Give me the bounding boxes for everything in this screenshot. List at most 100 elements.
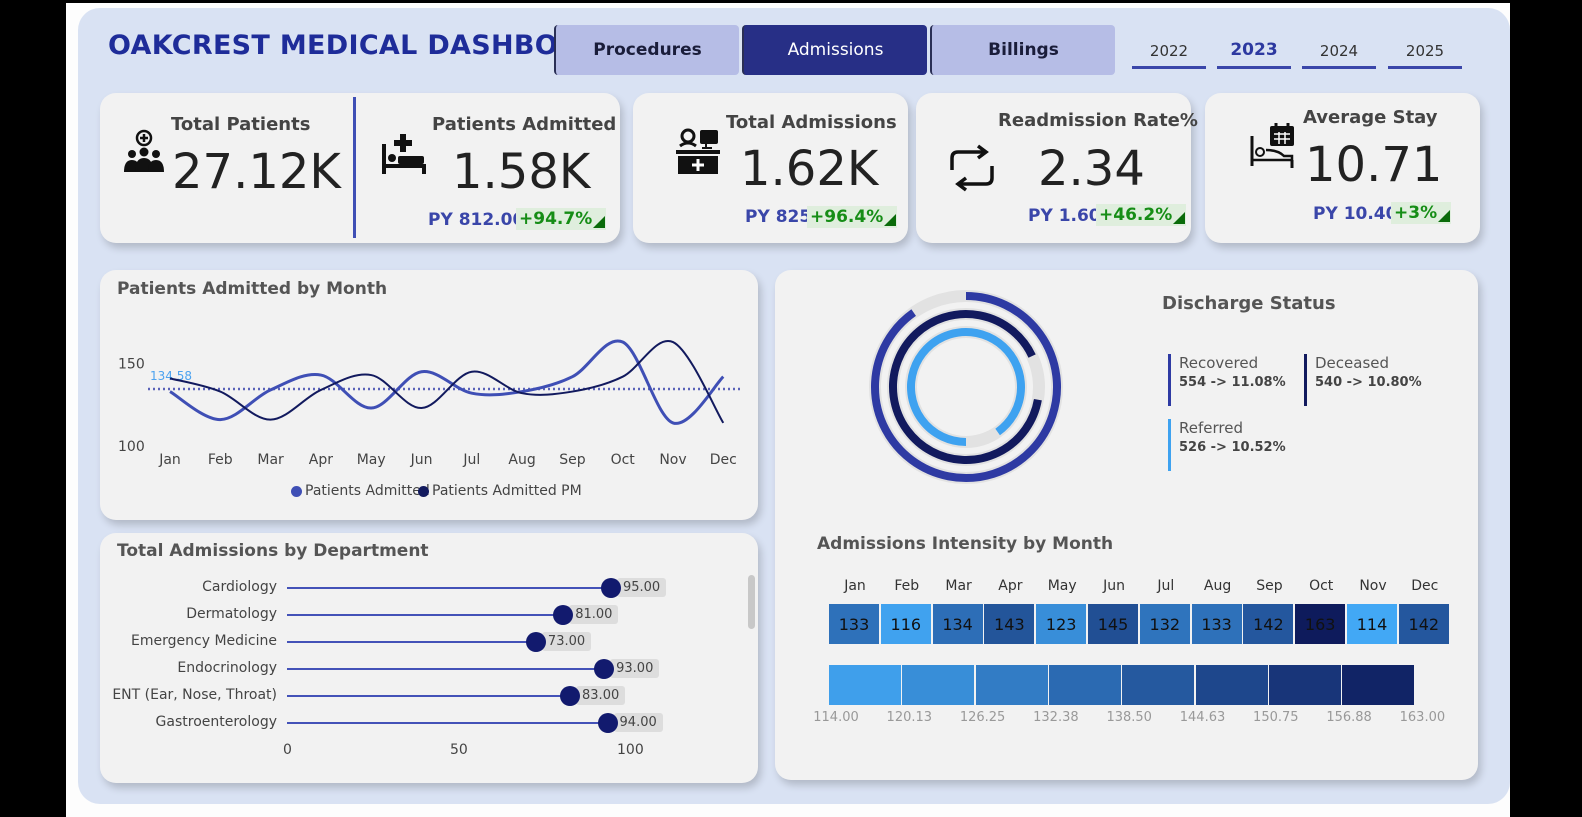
readmission-rate-py: PY 1.60 [1028,206,1101,226]
department-scrollbar[interactable] [748,575,755,629]
legend-label-series2: Patients Admitted PM [432,483,582,499]
tab-procedures[interactable]: Procedures [554,25,739,75]
readmission-rate-label: Readmission Rate% [998,110,1198,131]
year-2022-button[interactable]: 2022 [1132,42,1206,69]
series-line-patients-admitted[interactable] [169,339,725,425]
heatmap-cell[interactable]: 132 [1139,604,1190,644]
heatmap-legend-label: 114.00 [813,710,859,725]
department-label: Cardiology [202,579,277,595]
bed-calendar-icon [1250,123,1294,168]
heatmap-legend-swatch [902,665,975,705]
line-chart-title: Patients Admitted by Month [117,279,388,299]
x-tick-label: May [357,452,386,468]
department-dot[interactable] [560,686,581,706]
donut-arc-referred[interactable] [907,328,1025,446]
heatmap-legend-label: 120.13 [886,710,933,725]
x-tick-label: Aug [508,452,535,468]
tab-billings[interactable]: Billings [930,25,1115,75]
heatmap-legend-swatch [1268,665,1341,705]
patients-admitted-label: Patients Admitted [432,114,617,135]
discharge-deceased-name: Deceased [1315,354,1390,372]
tab-admissions[interactable]: Admissions [742,25,927,75]
patients-admitted-py: PY 812.00 [428,210,525,230]
discharge-referred-name: Referred [1179,419,1243,437]
department-bar[interactable] [287,695,571,697]
discharge-donut-chart [869,290,1063,484]
department-label: ENT (Ear, Nose, Throat) [112,687,277,703]
legend-marker-series2 [418,485,429,497]
heatmap-cell[interactable]: 145 [1088,604,1138,644]
department-value-label: 95.00 [616,578,667,597]
heatmap-legend-swatch [1195,665,1268,705]
heatmap-title: Admissions Intensity by Month [817,534,1114,554]
department-bar[interactable] [287,641,536,643]
department-chart-card [100,533,758,783]
heatmap-month-label: Mar [945,578,972,594]
year-2023-button[interactable]: 2023 [1217,40,1291,69]
reception-desk-icon [676,128,720,174]
repeat-arrows-icon [950,144,994,192]
heatmap-legend-label: 132.38 [1033,710,1079,725]
average-stay-value: 10.71 [1305,137,1443,193]
dashboard-title: OAKCREST MEDICAL DASHBOARD [108,30,623,61]
kpi-divider [353,97,356,238]
department-dot[interactable] [597,713,618,733]
average-stay-py: PY 10.40 [1313,204,1398,224]
year-2024-button[interactable]: 2024 [1302,42,1376,69]
discharge-item-referred: Referred 526 -> 10.52% [1168,419,1286,471]
heatmap-legend-swatch [829,665,901,705]
x-tick-label: Mar [257,452,284,468]
department-dot[interactable] [594,659,615,679]
heatmap-legend-label: 144.63 [1179,710,1226,725]
heatmap-month-label: Jun [1103,578,1125,594]
discharge-deceased-value: 540 -> 10.80% [1315,375,1422,390]
heatmap-cell[interactable]: 142 [1398,604,1449,644]
total-patients-label: Total Patients [171,114,311,135]
total-admissions-delta: +96.4% [807,206,898,228]
heatmap-month-label: Oct [1309,578,1334,594]
total-admissions-label: Total Admissions [726,112,897,133]
department-label: Dermatology [186,606,277,622]
discharge-recovered-value: 554 -> 11.08% [1179,375,1286,390]
patients-group-icon [124,129,164,172]
average-stay-delta: +3% [1391,202,1452,224]
total-admissions-py: PY 825 [745,207,812,227]
department-value-label: 94.00 [613,713,663,732]
legend-patients-admitted-pm[interactable]: Patients Admitted PM [418,483,582,499]
department-dot[interactable] [525,632,546,652]
dept-axis-tick-100: 100 [617,742,644,758]
heatmap-cell[interactable]: 116 [880,604,931,644]
x-tick-label: Feb [208,452,233,468]
total-admissions-value: 1.62K [740,141,879,197]
department-bar[interactable] [287,722,608,724]
y-tick-label: 100 [118,439,145,455]
department-bar[interactable] [287,614,564,616]
heatmap-cell[interactable]: 133 [829,604,879,644]
heatmap-month-label: Aug [1203,578,1232,594]
year-2025-button[interactable]: 2025 [1388,42,1462,69]
department-bar[interactable] [287,668,605,670]
heatmap-cell[interactable]: 163 [1295,604,1346,644]
patients-admitted-delta: +94.7% [516,208,607,230]
heatmap-cell[interactable]: 123 [1036,604,1087,644]
heatmap-legend-swatch [1122,665,1195,705]
average-stay-label: Average Stay [1303,107,1438,128]
donut-arc-recovered[interactable] [871,292,1061,482]
legend-marker-series1 [291,485,302,497]
heatmap-cell[interactable]: 114 [1347,604,1397,644]
heatmap-cell[interactable]: 134 [932,604,983,644]
dept-axis-tick-0: 0 [283,742,292,758]
department-dot[interactable] [600,578,621,598]
x-tick-label: Jun [410,452,433,468]
heatmap-cell[interactable]: 143 [984,604,1035,644]
department-value-label: 73.00 [541,632,592,651]
discharge-referred-value: 526 -> 10.52% [1179,440,1286,455]
heatmap-month-label: Dec [1411,578,1439,594]
department-bar[interactable] [287,587,611,589]
heatmap-legend-swatch [1048,665,1121,705]
heatmap-legend-swatch [1342,665,1415,705]
heatmap-month-label: Jan [844,578,866,594]
heatmap-cell[interactable]: 142 [1243,604,1294,644]
legend-patients-admitted[interactable]: Patients Admitted [291,483,430,499]
heatmap-cell[interactable]: 133 [1191,604,1242,644]
